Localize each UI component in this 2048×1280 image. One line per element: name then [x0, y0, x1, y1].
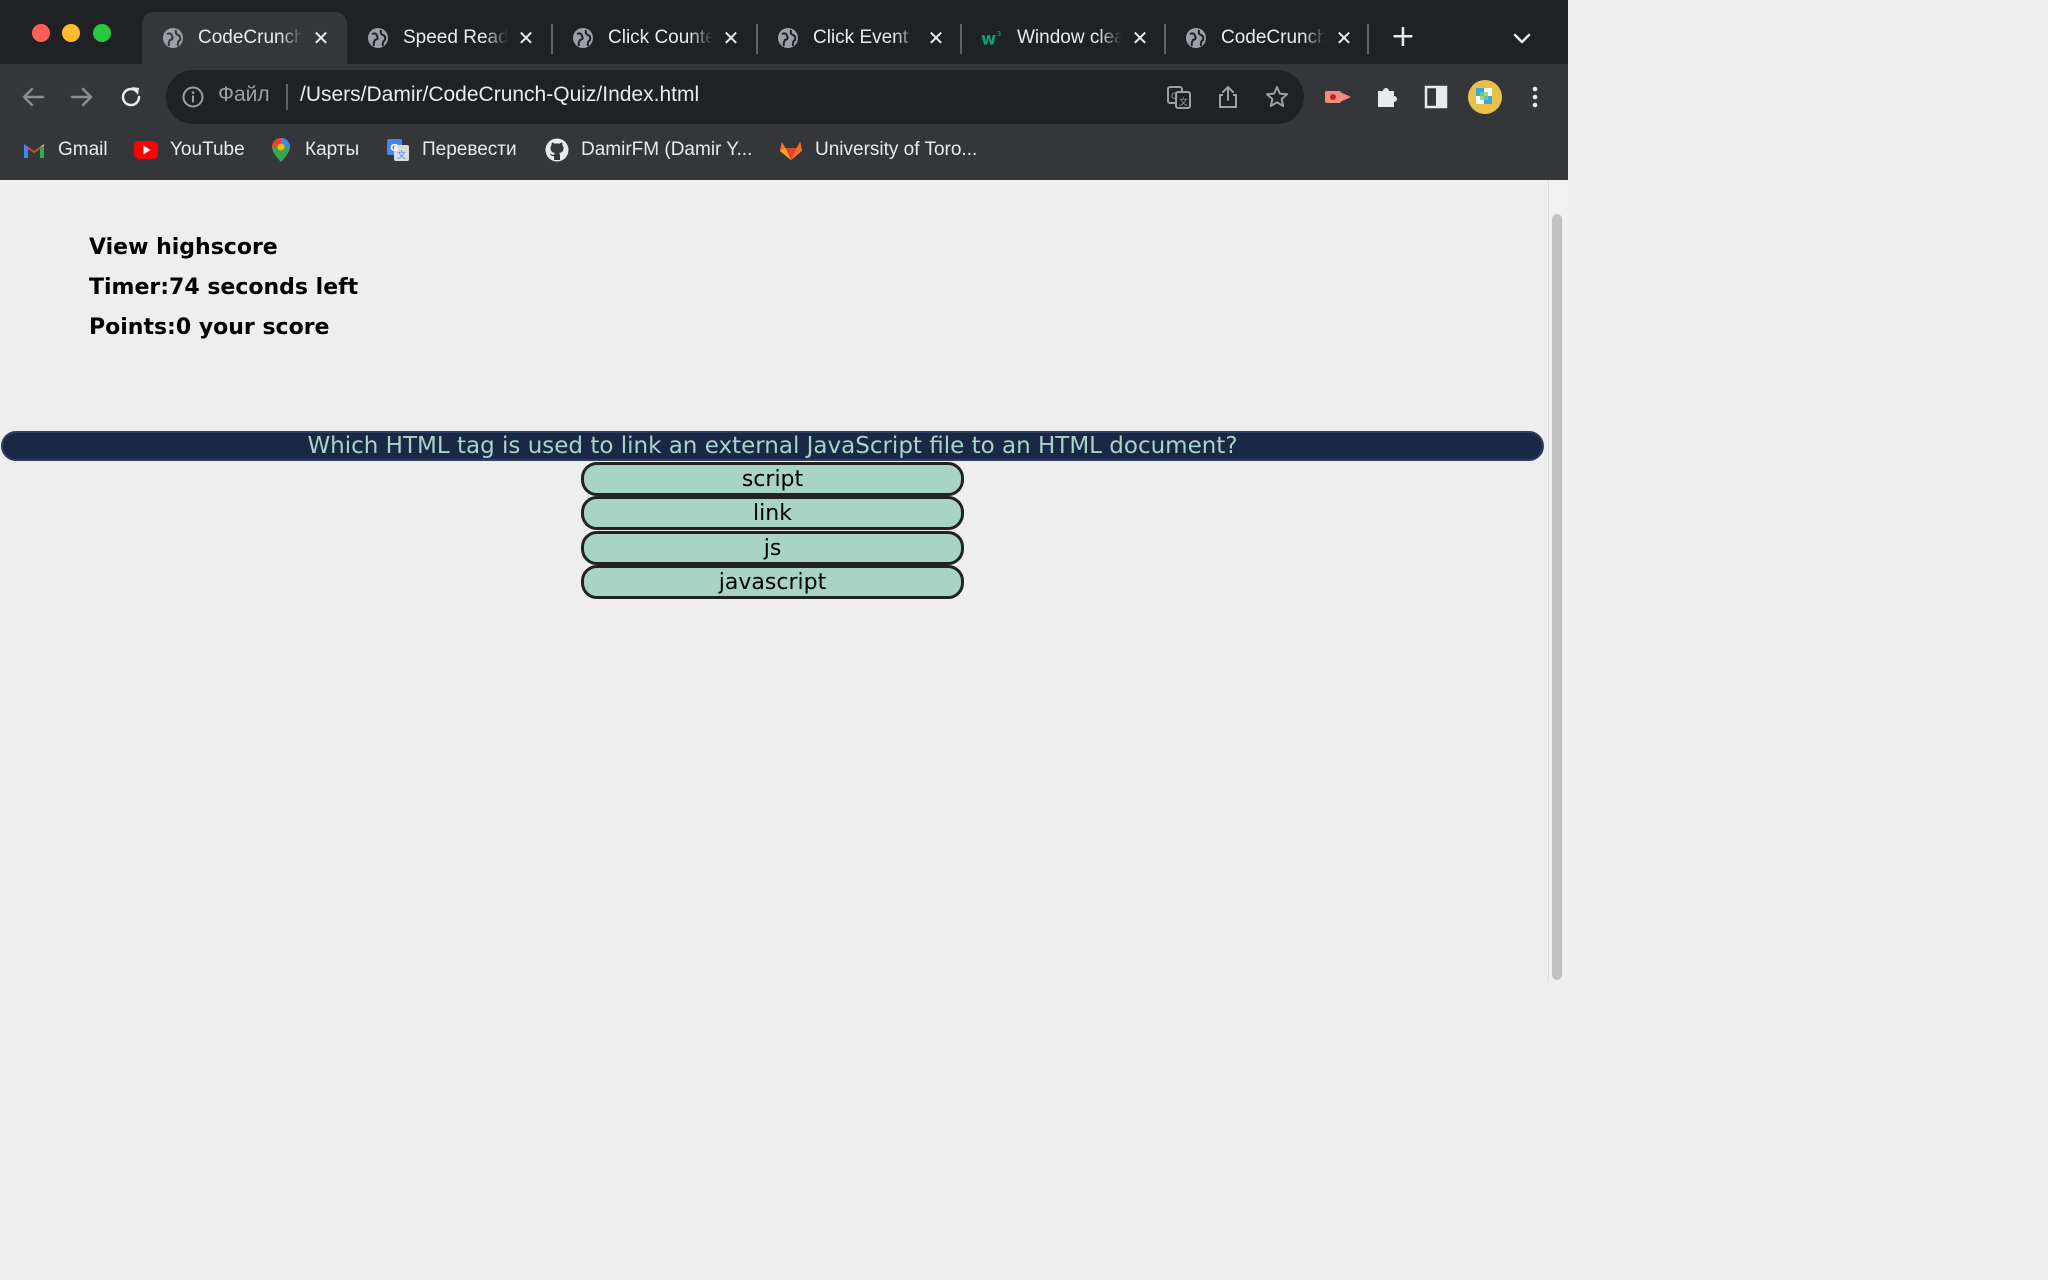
globe-icon: [572, 27, 594, 49]
tab-search-chevron-icon[interactable]: [1508, 24, 1536, 52]
w3schools-icon: w3: [981, 27, 1003, 49]
answer-button-script[interactable]: script: [581, 462, 964, 496]
bookmark-translate[interactable]: G文 Перевести: [386, 134, 517, 166]
close-tab-icon[interactable]: ✕: [1128, 26, 1152, 50]
close-tab-icon[interactable]: ✕: [309, 26, 333, 50]
new-tab-button[interactable]: +: [1388, 22, 1418, 52]
bookmark-gitlab[interactable]: University of Toro...: [779, 134, 977, 166]
answer-button-link[interactable]: link: [581, 496, 964, 530]
translate-icon: G文: [386, 138, 410, 162]
bookmark-label: University of Toro...: [815, 139, 978, 160]
close-tab-icon[interactable]: ✕: [924, 26, 948, 50]
maximize-window-button[interactable]: [93, 24, 111, 42]
tab-click-event[interactable]: Click Event ✕: [757, 12, 962, 64]
question-text: Which HTML tag is used to link an extern…: [1, 431, 1544, 461]
close-tab-icon[interactable]: ✕: [514, 26, 538, 50]
tab-codecrunch-active[interactable]: CodeCrunch ✕: [142, 12, 347, 64]
svg-text:文: 文: [397, 149, 406, 161]
bookmark-gmail[interactable]: Gmail: [22, 134, 108, 166]
tab-title: Click Counter: [608, 27, 713, 48]
answer-button-javascript[interactable]: javascript: [581, 565, 964, 599]
globe-icon: [777, 27, 799, 49]
more-menu-icon[interactable]: [1520, 82, 1550, 112]
points-text: Points:0 your score: [89, 315, 330, 340]
maps-icon: [269, 138, 293, 162]
tab-codecrunch[interactable]: CodeCrunch ✕: [1165, 12, 1370, 64]
back-arrow-icon: [22, 87, 45, 107]
tab-click-counter[interactable]: Click Counter ✕: [552, 12, 757, 64]
forward-arrow-icon: [70, 87, 93, 107]
translate-page-icon[interactable]: G文: [1166, 84, 1192, 110]
tab-separator: [1367, 24, 1369, 54]
svg-text:3: 3: [997, 29, 1002, 38]
answer-button-js[interactable]: js: [581, 531, 964, 565]
globe-icon: [1185, 27, 1207, 49]
reload-icon: [121, 87, 141, 107]
svg-text:G: G: [1171, 92, 1178, 102]
close-window-button[interactable]: [32, 24, 50, 42]
tab-title: Click Event: [813, 27, 909, 48]
timer-text: Timer:74 seconds left: [89, 275, 359, 300]
youtube-icon: [134, 138, 158, 162]
side-panel-icon[interactable]: [1421, 82, 1451, 112]
reload-button[interactable]: [114, 80, 148, 114]
tab-window-clear[interactable]: w3 Window clear ✕: [961, 12, 1166, 64]
close-tab-icon[interactable]: ✕: [719, 26, 743, 50]
profile-avatar[interactable]: [1468, 80, 1502, 114]
tab-title: CodeCrunch: [1221, 27, 1326, 48]
view-highscore-link[interactable]: View highscore: [89, 235, 278, 260]
tab-title: Window clear: [1017, 27, 1122, 48]
bookmark-star-icon[interactable]: [1264, 84, 1290, 110]
url-text[interactable]: /Users/Damir/CodeCrunch-Quiz/Index.html: [300, 83, 699, 107]
close-tab-icon[interactable]: ✕: [1332, 26, 1356, 50]
omnibox-divider: [286, 84, 288, 110]
bookmark-maps[interactable]: Карты: [269, 134, 359, 166]
gmail-icon: [22, 138, 46, 162]
github-icon: [545, 138, 569, 162]
bookmark-label: YouTube: [170, 139, 245, 160]
bookmark-youtube[interactable]: YouTube: [134, 134, 245, 166]
globe-icon: [162, 27, 184, 49]
globe-icon: [367, 27, 389, 49]
bookmark-label: Gmail: [58, 139, 108, 160]
url-scheme-label: Файл: [218, 83, 270, 106]
screen-recorder-extension-icon[interactable]: [1323, 82, 1353, 112]
forward-button[interactable]: [65, 80, 99, 114]
scrollbar-thumb[interactable]: [1552, 214, 1562, 980]
minimize-window-button[interactable]: [62, 24, 80, 42]
back-button[interactable]: [16, 80, 50, 114]
address-bar[interactable]: Файл /Users/Damir/CodeCrunch-Quiz/Index.…: [166, 70, 1304, 124]
browser-chrome: CodeCrunch ✕ Speed Reader ✕ Click Counte…: [0, 0, 1568, 180]
svg-text:w: w: [981, 29, 996, 48]
info-icon[interactable]: [182, 86, 204, 108]
bookmark-label: Карты: [305, 139, 360, 160]
bookmark-label: DamirFM (Damir Y...: [581, 139, 753, 160]
tab-title: CodeCrunch: [198, 27, 303, 48]
bookmark-label: Перевести: [422, 139, 517, 160]
bookmark-github[interactable]: DamirFM (Damir Y...: [545, 134, 752, 166]
svg-text:文: 文: [1179, 96, 1188, 108]
tab-title: Speed Reader: [403, 27, 508, 48]
gitlab-icon: [779, 138, 803, 162]
share-icon[interactable]: [1215, 84, 1241, 110]
tab-speed-reader[interactable]: Speed Reader ✕: [347, 12, 552, 64]
extensions-puzzle-icon[interactable]: [1372, 82, 1402, 112]
